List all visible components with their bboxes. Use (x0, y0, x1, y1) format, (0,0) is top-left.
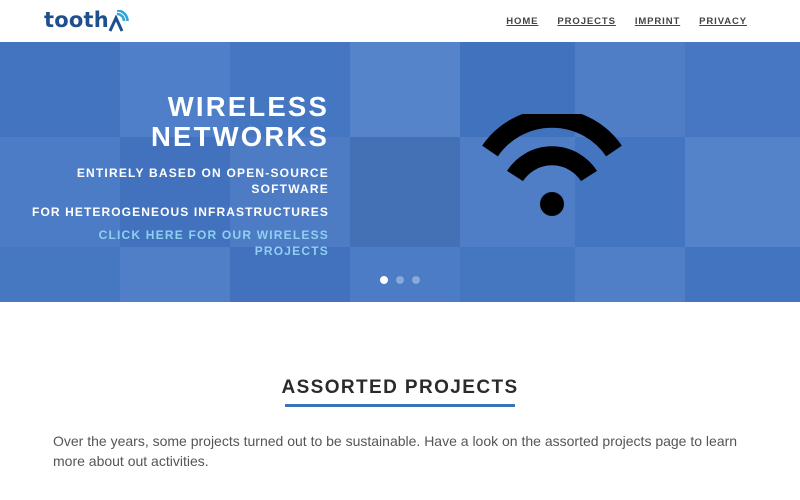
hero-subtitle-2: FOR HETEROGENEOUS INFRASTRUCTURES (32, 205, 329, 219)
hero-subtitle-1: ENTIRELY BASED ON OPEN-SOURCE SOFTWARE (76, 166, 329, 196)
nav-home-link[interactable]: HOME (506, 16, 538, 27)
main-nav: HOME PROJECTS IMPRINT PRIVACY (506, 16, 747, 27)
section-title: ASSORTED PROJECTS (281, 377, 519, 398)
slider-dots (380, 276, 420, 284)
hero-title: WIRELESS NETWORKS (29, 92, 329, 152)
hero-title-line1: WIRELESS (167, 91, 329, 122)
hero-title-line2: NETWORKS (150, 121, 329, 152)
wireless-projects-link[interactable]: CLICK HERE FOR OUR WIRELESS PROJECTS (29, 227, 329, 259)
nav-privacy-link[interactable]: PRIVACY (699, 16, 747, 27)
site-logo[interactable]: tooth (44, 8, 130, 32)
slide-dot-3[interactable] (412, 276, 420, 284)
hero-slider: WIRELESS NETWORKS ENTIRELY BASED ON OPEN… (0, 42, 800, 302)
section-title-underline (285, 404, 515, 407)
wifi-a-logo-icon (108, 10, 130, 32)
nav-projects-link[interactable]: PROJECTS (557, 16, 615, 27)
slide-dot-2[interactable] (396, 276, 404, 284)
slide-dot-1[interactable] (380, 276, 388, 284)
section-body-text: Over the years, some projects turned out… (53, 433, 738, 469)
hero-caption: WIRELESS NETWORKS ENTIRELY BASED ON OPEN… (29, 92, 329, 259)
wifi-icon (482, 114, 622, 216)
brand-name: tooth (44, 8, 109, 32)
nav-imprint-link[interactable]: IMPRINT (635, 16, 680, 27)
site-header: tooth HOME PROJECTS IMPRINT PRIVACY (0, 0, 800, 42)
